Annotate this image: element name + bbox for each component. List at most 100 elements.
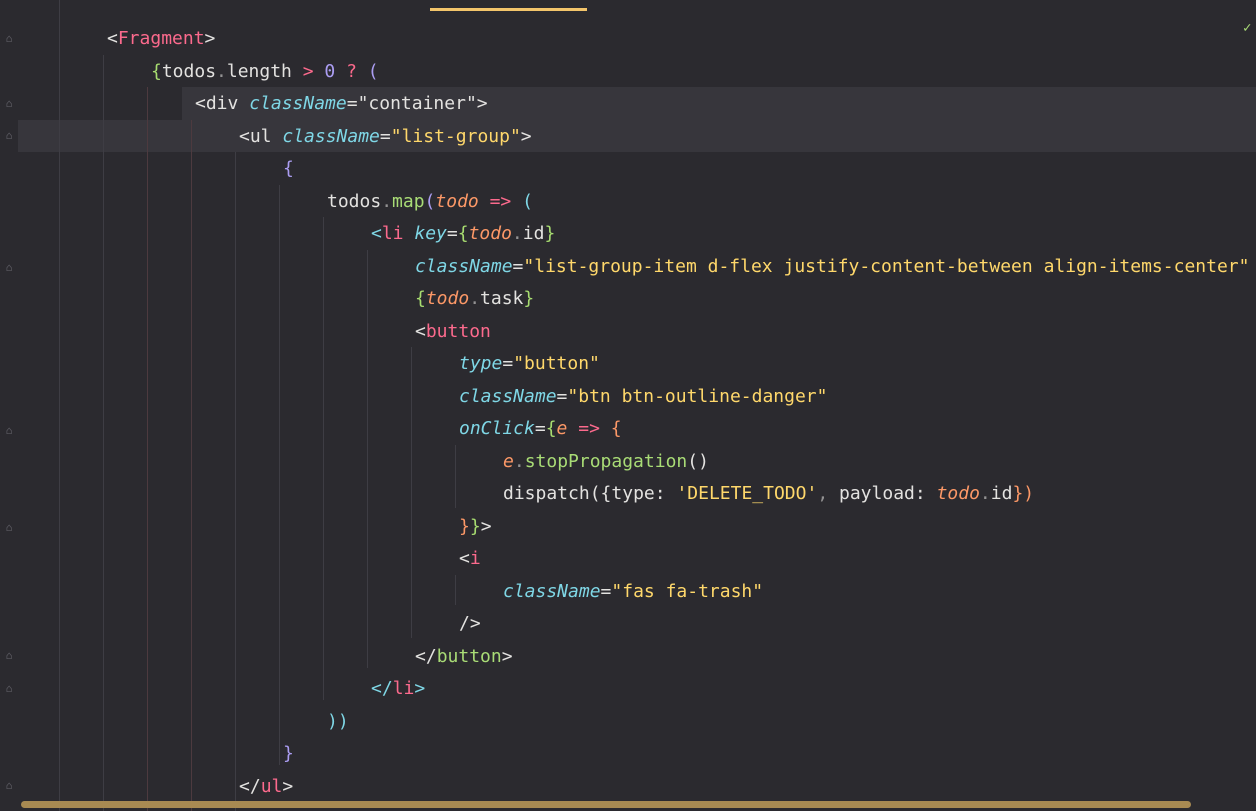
code-token: } bbox=[469, 515, 481, 537]
code-line[interactable]: className="list-group-item d-flex justif… bbox=[415, 251, 1249, 283]
code-token: button bbox=[425, 320, 491, 342]
code-token: ul bbox=[260, 775, 283, 797]
code-line[interactable]: className="fas fa-trash" bbox=[503, 576, 763, 608]
code-line[interactable]: </button> bbox=[415, 641, 513, 673]
code-token: className bbox=[282, 125, 380, 147]
code-line[interactable]: todos.map(todo => ( bbox=[327, 186, 533, 218]
code-line[interactable]: { bbox=[283, 153, 294, 185]
code-line[interactable]: <ul className="list-group"> bbox=[239, 121, 532, 153]
code-line[interactable]: </li> bbox=[371, 673, 425, 705]
code-line[interactable]: e.stopPropagation() bbox=[503, 446, 709, 478]
code-token: stopPropagation bbox=[524, 450, 688, 472]
code-token: type bbox=[611, 483, 655, 504]
code-token: length bbox=[226, 60, 303, 82]
code-line[interactable]: {todos.length > 0 ? ( bbox=[151, 56, 379, 88]
indent-guide bbox=[279, 185, 280, 765]
code-token: li bbox=[392, 678, 415, 699]
code-line[interactable]: {todo.task} bbox=[415, 283, 534, 315]
code-line[interactable]: <li key={todo.id} bbox=[371, 218, 555, 250]
code-token: ( bbox=[522, 190, 533, 212]
code-token: <ul bbox=[239, 125, 283, 147]
code-token: onClick bbox=[459, 418, 535, 439]
code-token: { bbox=[457, 223, 469, 244]
indent-guide bbox=[455, 575, 456, 605]
code-line[interactable]: /> bbox=[459, 608, 481, 640]
code-token: > bbox=[282, 775, 294, 797]
fold-marker-icon[interactable]: ⌂ bbox=[3, 262, 15, 274]
code-line[interactable]: <Fragment> bbox=[107, 23, 215, 55]
code-token: "fas fa-trash" bbox=[611, 580, 764, 602]
fold-marker-icon[interactable]: ⌂ bbox=[3, 522, 15, 534]
code-token: . bbox=[216, 60, 227, 82]
code-token: { bbox=[545, 418, 557, 439]
fold-marker-icon[interactable]: ⌂ bbox=[3, 650, 15, 662]
code-token: li bbox=[381, 223, 415, 244]
code-token: : bbox=[914, 483, 937, 504]
code-line[interactable]: dispatch({type: 'DELETE_TODO', payload: … bbox=[503, 478, 1034, 510]
code-token: 0 bbox=[324, 60, 336, 82]
code-line[interactable]: onClick={e => { bbox=[459, 413, 622, 445]
code-token: todo bbox=[425, 288, 470, 309]
fold-marker-icon[interactable]: ⌂ bbox=[3, 33, 15, 45]
code-token: { bbox=[415, 288, 426, 309]
code-token: : bbox=[654, 483, 677, 504]
code-editor[interactable]: ⌂ ⌂ ⌂ ⌂ ⌂ ⌂ ⌂ ⌂ ⌂ <Fragment> {todos.length > 0 ? … bbox=[0, 0, 1256, 811]
code-token: } bbox=[544, 223, 556, 244]
active-tab-indicator bbox=[430, 8, 587, 11]
indent-guide bbox=[103, 55, 104, 811]
fold-marker-icon[interactable]: ⌂ bbox=[3, 683, 15, 695]
code-token: { bbox=[283, 158, 294, 179]
code-token: </ bbox=[371, 678, 393, 699]
code-token: dispatch bbox=[503, 483, 590, 504]
indent-guide bbox=[455, 445, 456, 508]
code-line[interactable]: <div className="container"> bbox=[195, 88, 488, 120]
code-token: . bbox=[979, 483, 991, 504]
code-line[interactable]: className="btn btn-outline-danger" bbox=[459, 381, 827, 413]
code-token: map bbox=[392, 190, 425, 212]
code-token: "button" bbox=[513, 353, 600, 374]
indent-guide bbox=[59, 0, 60, 811]
code-token: = bbox=[502, 353, 514, 374]
code-token: type bbox=[459, 353, 503, 374]
code-token: task bbox=[480, 288, 524, 309]
editor-gutter[interactable]: ⌂ ⌂ ⌂ ⌂ ⌂ ⌂ ⌂ ⌂ ⌂ bbox=[0, 0, 20, 811]
indent-guide bbox=[411, 347, 412, 638]
code-token: className bbox=[459, 385, 557, 407]
code-token: => bbox=[578, 418, 600, 439]
code-token: . bbox=[469, 288, 481, 309]
code-token: > bbox=[480, 515, 492, 537]
code-token: } bbox=[283, 743, 294, 764]
code-token: className bbox=[249, 93, 347, 114]
code-token: "list-group-item d-flex justify-content-… bbox=[523, 255, 1250, 277]
code-line[interactable]: <i bbox=[459, 543, 481, 575]
code-line[interactable]: )) bbox=[327, 706, 349, 738]
code-token: > bbox=[520, 125, 532, 147]
code-token: , bbox=[817, 483, 829, 504]
code-token: e bbox=[503, 450, 514, 472]
code-token: = bbox=[534, 418, 546, 439]
fold-marker-icon[interactable]: ⌂ bbox=[3, 98, 15, 110]
fold-marker-icon[interactable]: ⌂ bbox=[3, 425, 15, 437]
code-token: } bbox=[459, 515, 470, 537]
code-line[interactable]: <button bbox=[415, 316, 491, 348]
code-token: ( bbox=[367, 60, 379, 82]
code-token: }) bbox=[1012, 483, 1035, 504]
code-token: <div bbox=[195, 93, 250, 114]
fold-marker-icon[interactable]: ⌂ bbox=[3, 130, 15, 142]
code-line[interactable]: } bbox=[283, 738, 294, 770]
code-token: => bbox=[489, 190, 512, 212]
checkmark-icon: ✓ bbox=[1243, 20, 1252, 36]
code-token: { bbox=[610, 418, 622, 439]
horizontal-scrollbar[interactable] bbox=[21, 801, 1191, 808]
indent-guide bbox=[323, 217, 324, 700]
code-token: > bbox=[302, 60, 314, 82]
line-highlight bbox=[18, 119, 1256, 152]
code-line[interactable]: }}> bbox=[459, 511, 492, 543]
fold-marker-icon[interactable]: ⌂ bbox=[3, 780, 15, 792]
code-line[interactable]: type="button" bbox=[459, 348, 600, 380]
code-line[interactable]: </ul> bbox=[239, 771, 293, 803]
